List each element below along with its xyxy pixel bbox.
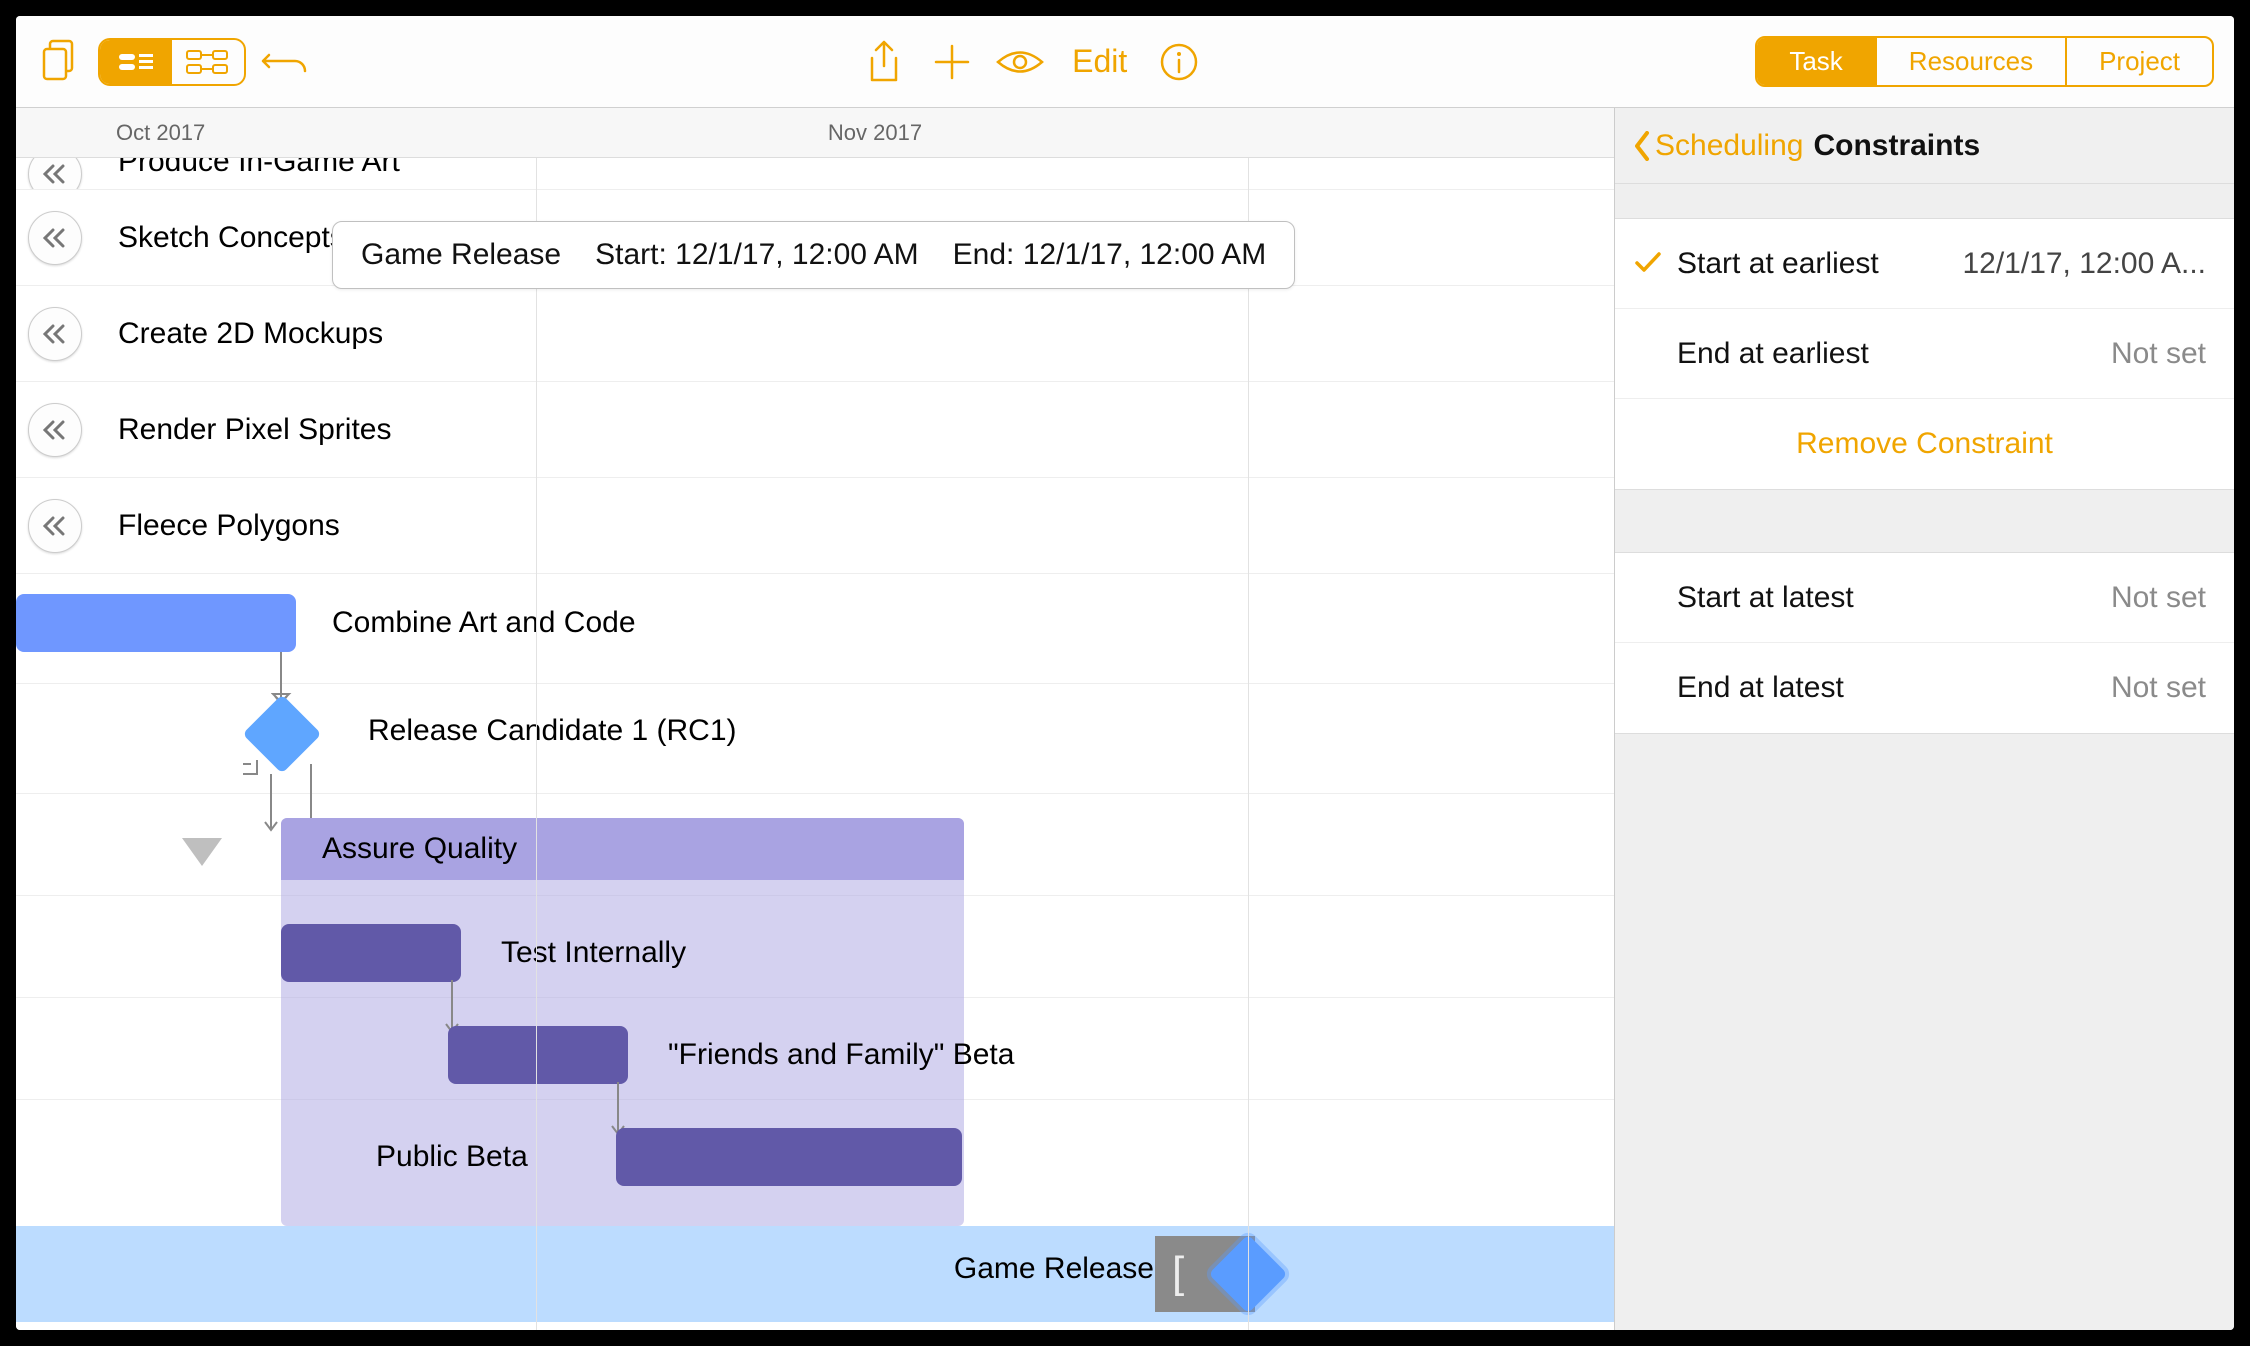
body: Oct 2017 Nov 2017 Produce In-Game Art Sk… <box>16 108 2234 1330</box>
task-row-create-2d[interactable]: Create 2D Mockups <box>16 286 1614 382</box>
constraint-value: Not set <box>2111 671 2206 705</box>
constraints-earliest-section: Start at earliest 12/1/17, 12:00 A... En… <box>1615 218 2234 490</box>
chevron-left-icon <box>1633 131 1651 161</box>
documents-icon <box>40 39 80 85</box>
task-row-fleece-polygons[interactable]: Fleece Polygons <box>16 478 1614 574</box>
task-label: Sketch Concepts (Fresh) <box>118 221 450 255</box>
task-label: Create 2D Mockups <box>118 317 383 351</box>
collapse-chevron[interactable] <box>28 499 82 553</box>
constraint-value: Not set <box>2111 337 2206 371</box>
add-button[interactable] <box>928 38 976 86</box>
collapse-chevron[interactable] <box>28 403 82 457</box>
constraint-start-latest[interactable]: Start at latest Not set <box>1615 553 2234 643</box>
double-chevron-left-icon <box>41 516 69 536</box>
collapse-chevron[interactable] <box>28 307 82 361</box>
view-mode-network[interactable] <box>172 40 244 84</box>
timeline-month-nov: Nov 2017 <box>536 108 1254 157</box>
share-button[interactable] <box>860 38 908 86</box>
breadcrumb-current: Constraints <box>1813 129 1980 163</box>
group-disclosure-triangle[interactable] <box>182 838 222 866</box>
double-chevron-left-icon <box>41 324 69 344</box>
constraint-label: Start at latest <box>1677 581 2111 615</box>
outline-view-icon <box>117 50 155 74</box>
double-chevron-left-icon <box>41 228 69 248</box>
inspector-breadcrumb: Scheduling Constraints <box>1615 108 2234 184</box>
task-bar-test-internally[interactable] <box>281 924 461 982</box>
constraint-start-earliest[interactable]: Start at earliest 12/1/17, 12:00 A... <box>1615 219 2234 309</box>
double-chevron-left-icon <box>41 420 69 440</box>
task-label: Produce In-Game Art <box>118 158 400 179</box>
app-frame: Edit Task Resources Project Oct 2017 Nov… <box>16 16 2234 1330</box>
toolbar: Edit Task Resources Project <box>16 16 2234 108</box>
collapse-chevron[interactable] <box>28 211 82 265</box>
constraint-end-earliest[interactable]: End at earliest Not set <box>1615 309 2234 399</box>
constraint-value: Not set <box>2111 581 2206 615</box>
timeline-month-oct: Oct 2017 <box>16 108 536 157</box>
eye-icon <box>996 47 1044 77</box>
constraint-value: 12/1/17, 12:00 A... <box>1962 247 2206 281</box>
undo-button[interactable] <box>260 38 308 86</box>
constraint-label: End at earliest <box>1677 337 2111 371</box>
gantt-area[interactable]: Oct 2017 Nov 2017 Produce In-Game Art Sk… <box>16 108 1614 1330</box>
constraint-end-latest[interactable]: End at latest Not set <box>1615 643 2234 733</box>
grid-line <box>1248 158 1249 1330</box>
checkmark-icon <box>1635 247 1661 281</box>
network-view-icon <box>185 49 231 75</box>
task-label: Render Pixel Sprites <box>118 413 391 447</box>
plus-icon <box>932 42 972 82</box>
timeline-header: Oct 2017 Nov 2017 <box>16 108 1614 158</box>
constraint-label: End at latest <box>1677 671 2111 705</box>
undo-icon <box>261 47 307 77</box>
task-bar-public-beta[interactable] <box>616 1128 962 1186</box>
documents-button[interactable] <box>36 38 84 86</box>
view-mode-outline[interactable] <box>100 40 172 84</box>
task-row-render-sprites[interactable]: Render Pixel Sprites <box>16 382 1614 478</box>
remove-constraint-button[interactable]: Remove Constraint <box>1615 399 2234 489</box>
tab-project[interactable]: Project <box>2067 38 2212 85</box>
constraints-latest-section: Start at latest Not set End at latest No… <box>1615 552 2234 734</box>
view-mode-switch <box>98 38 246 86</box>
task-bar-ff-beta[interactable] <box>448 1026 628 1084</box>
selected-task-row[interactable] <box>16 1226 1614 1322</box>
breadcrumb-back[interactable]: Scheduling <box>1633 129 1803 163</box>
focus-button[interactable] <box>996 38 1044 86</box>
inspector-tabs: Task Resources Project <box>1755 36 2214 87</box>
group-bar-assure-quality[interactable] <box>281 818 964 880</box>
task-label: Fleece Polygons <box>118 509 340 543</box>
task-row-produce-art[interactable]: Produce In-Game Art <box>16 158 1614 190</box>
task-bar-combine-art[interactable] <box>16 594 296 652</box>
edit-button[interactable]: Edit <box>1064 43 1135 80</box>
collapse-chevron[interactable] <box>28 158 82 190</box>
share-icon <box>866 40 902 84</box>
constraint-label: Start at earliest <box>1677 247 1962 281</box>
double-chevron-left-icon <box>41 164 69 184</box>
tab-task[interactable]: Task <box>1757 38 1876 85</box>
info-icon <box>1159 42 1199 82</box>
inspector-sidebar: Scheduling Constraints Start at earliest… <box>1614 108 2234 1330</box>
task-row-sketch-concepts[interactable]: Sketch Concepts (Fresh) <box>16 190 1614 286</box>
grid-line <box>536 158 537 1330</box>
info-button[interactable] <box>1155 38 1203 86</box>
tab-resources[interactable]: Resources <box>1877 38 2067 85</box>
